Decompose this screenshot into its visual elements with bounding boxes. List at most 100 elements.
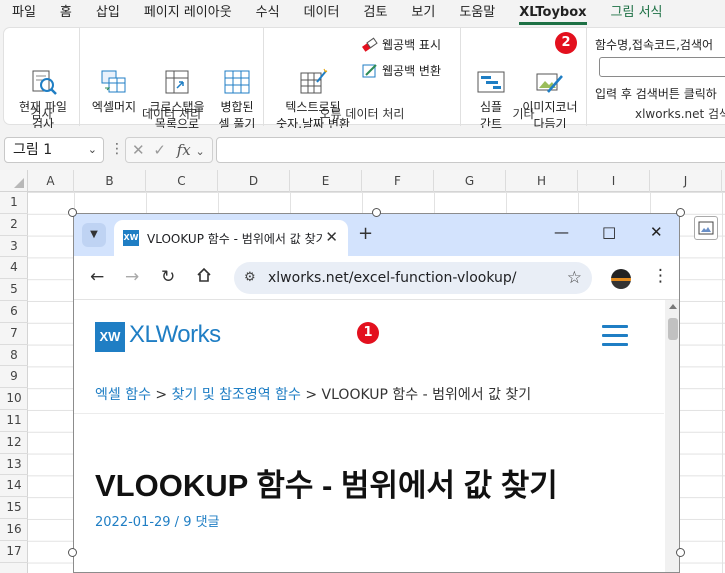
scrollbar-thumb[interactable] (668, 318, 678, 340)
minimize-icon[interactable]: — (554, 223, 569, 241)
ribbon-group-label-data-processing: 데이터 처리 (141, 107, 201, 121)
select-all-corner[interactable] (0, 170, 28, 192)
cancel-icon[interactable]: ✕ (132, 141, 145, 159)
menu-data[interactable]: 데이터 (292, 0, 352, 26)
address-bar[interactable]: ⚙ xlworks.net/excel-function-vlookup/ ☆ (234, 262, 592, 294)
row-header-5[interactable]: 5 (0, 279, 28, 301)
resize-handle-top-right[interactable] (676, 208, 685, 217)
browser-tab[interactable]: XW VLOOKUP 함수 - 범위에서 값 찾기 ✕ (114, 220, 348, 256)
menu-view[interactable]: 보기 (399, 0, 447, 26)
column-header-g[interactable]: G (434, 170, 506, 192)
column-header-d[interactable]: D (218, 170, 290, 192)
xlworks-favicon-icon: XW (123, 230, 139, 246)
article-meta[interactable]: 2022-01-29 / 9 댓글 (95, 511, 220, 530)
edit-sheet-icon (362, 63, 378, 79)
row-header-17[interactable]: 17 (0, 541, 28, 563)
breadcrumb-link-lookup-functions[interactable]: 찾기 및 참조영역 함수 (172, 387, 301, 403)
menu-formulas[interactable]: 수식 (244, 0, 292, 26)
forward-arrow-icon[interactable]: → (125, 267, 139, 287)
column-header-j[interactable]: J (650, 170, 722, 192)
column-header-i[interactable]: I (578, 170, 650, 192)
menu-help[interactable]: 도움말 (447, 0, 507, 26)
row-header-13[interactable]: 13 (0, 454, 28, 476)
eraser-highlight-icon (362, 37, 378, 53)
menu-xltoybox[interactable]: XLToybox (507, 0, 598, 26)
row-header-15[interactable]: 15 (0, 497, 28, 519)
crosstab-icon (161, 51, 193, 94)
web-space-show-button[interactable]: 웹공백 표시 (362, 36, 441, 53)
scroll-up-arrow-icon[interactable] (669, 304, 677, 309)
xlworks-logo-text[interactable]: XLWorks (129, 321, 221, 349)
menu-insert[interactable]: 삽입 (84, 0, 132, 26)
new-tab-icon[interactable]: + (358, 223, 373, 244)
enter-icon[interactable]: ✓ (153, 141, 166, 159)
function-chevron-icon[interactable]: ⌄ (196, 145, 205, 158)
row-headers: 1 2 3 4 5 6 7 8 9 10 11 12 13 14 15 16 1… (0, 192, 28, 573)
row-header-11[interactable]: 11 (0, 410, 28, 432)
xlworks-search-hint: 입력 후 검색버튼 클릭하 (595, 87, 717, 101)
web-space-show-label: 웹공백 표시 (382, 38, 442, 52)
home-icon[interactable] (196, 267, 212, 288)
column-header-a[interactable]: A (28, 170, 74, 192)
web-space-convert-button[interactable]: 웹공백 변환 (362, 62, 441, 79)
row-header-1[interactable]: 1 (0, 192, 28, 214)
column-header-b[interactable]: B (74, 170, 146, 192)
row-header-9[interactable]: 9 (0, 366, 28, 389)
row-header-3[interactable]: 3 (0, 236, 28, 258)
menu-home[interactable]: 홈 (48, 0, 84, 26)
row-header-16[interactable]: 16 (0, 519, 28, 541)
reload-icon[interactable]: ↻ (161, 267, 175, 287)
resize-handle-right[interactable] (676, 548, 685, 557)
formula-actions: ✕ ✓ fx ⌄ (125, 137, 213, 163)
close-icon[interactable]: ✕ (325, 228, 338, 246)
excel-merge-icon (98, 51, 130, 93)
resize-handle-top[interactable] (372, 208, 381, 217)
row-header-2[interactable]: 2 (0, 214, 28, 236)
menu-page-layout[interactable]: 페이지 레이아웃 (132, 0, 244, 26)
gantt-icon (475, 51, 507, 93)
maximize-icon[interactable]: □ (602, 223, 616, 241)
site-settings-icon[interactable]: ⚙ (244, 270, 256, 285)
breadcrumb-link-excel-functions[interactable]: 엑셀 함수 (95, 387, 151, 403)
profile-avatar[interactable] (611, 269, 631, 289)
row-header-10[interactable]: 10 (0, 388, 28, 410)
xlworks-logo-mark[interactable]: XW (95, 322, 125, 352)
ribbon-group-label-etc: 기타 (512, 107, 535, 121)
name-box[interactable]: 그림 1 ⌄ (4, 137, 104, 163)
bookmark-star-icon[interactable]: ☆ (567, 268, 582, 288)
row-header-4[interactable]: 4 (0, 257, 28, 280)
menu-file[interactable]: 파일 (0, 0, 48, 26)
menu-picture-format[interactable]: 그림 서식 (599, 0, 675, 26)
column-header-f[interactable]: F (362, 170, 434, 192)
insert-function-icon[interactable]: fx (177, 141, 191, 159)
chevron-down-icon[interactable]: ⌄ (88, 138, 97, 162)
excel-merge-button[interactable]: 엑셀머지 (86, 34, 142, 116)
row-header-14[interactable]: 14 (0, 475, 28, 498)
hamburger-menu-icon[interactable] (602, 325, 628, 346)
row-header-12[interactable]: 12 (0, 432, 28, 454)
ribbon-group-label-error-data: 오류 데이터 처리 (319, 107, 405, 121)
column-header-e[interactable]: E (290, 170, 362, 192)
back-arrow-icon[interactable]: ← (90, 267, 104, 287)
page-scrollbar[interactable] (665, 300, 679, 572)
column-header-c[interactable]: C (146, 170, 218, 192)
ribbon-panel: 현재 파일 검사 검사 엑셀머지 크로스탭을 목록으로 병합된 셀 풀기 데이터… (3, 27, 725, 131)
resize-handle-left[interactable] (68, 548, 77, 557)
formula-input[interactable] (216, 137, 725, 163)
resize-handle-top-left[interactable] (68, 208, 77, 217)
window-close-icon[interactable]: ✕ (650, 223, 663, 241)
browser-menu-icon[interactable]: ⋮ (652, 266, 669, 286)
more-options-icon[interactable]: ⋮ (110, 141, 124, 157)
column-headers: A B C D E F G H I J (28, 170, 725, 192)
tab-list-chevron-icon[interactable]: ▼ (82, 223, 106, 247)
column-header-h[interactable]: H (506, 170, 578, 192)
menu-review[interactable]: 검토 (351, 0, 399, 26)
row-header-8[interactable]: 8 (0, 345, 28, 367)
xlworks-search-input[interactable] (599, 57, 725, 77)
layout-options-icon[interactable] (694, 216, 718, 240)
inserted-picture[interactable]: ▼ XW VLOOKUP 함수 - 범위에서 값 찾기 ✕ + — □ ✕ ← … (73, 213, 680, 573)
row-header-7[interactable]: 7 (0, 323, 28, 345)
ribbon-group-error-data: 텍스트로된 숫자,날짜 변환 웹공백 표시 웹공백 변환 오류 데이터 처리 (264, 28, 461, 131)
row-header-6[interactable]: 6 (0, 301, 28, 323)
breadcrumb-separator: > (150, 387, 172, 403)
